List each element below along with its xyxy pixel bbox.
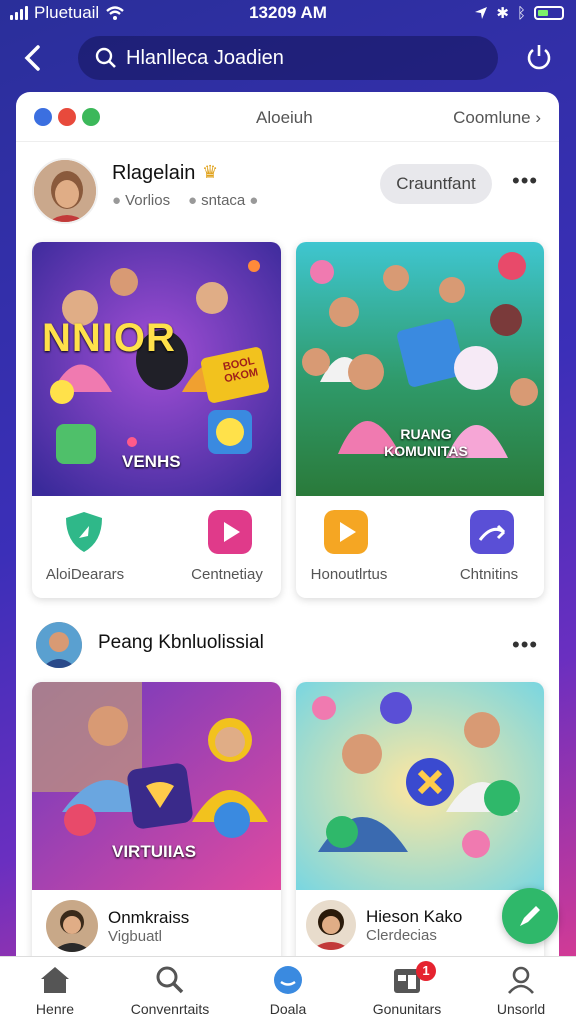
back-button[interactable] — [18, 42, 50, 74]
notification-badge: 1 — [416, 961, 436, 981]
tile-image — [296, 682, 544, 890]
location-icon — [475, 7, 488, 19]
compose-button[interactable] — [502, 888, 558, 944]
edit-icon — [520, 906, 540, 926]
tile-caption-bottom: VENHS — [122, 452, 181, 471]
video-icon[interactable] — [324, 510, 368, 554]
chat-icon: ● — [188, 192, 198, 209]
post-author-name[interactable]: Rlagelain — [112, 162, 195, 185]
verified-icon: ● — [249, 192, 259, 209]
follow-button[interactable]: Crauntfant — [380, 164, 492, 204]
action-label: Centnetiay — [191, 566, 263, 583]
more-options-icon[interactable]: ••• — [512, 168, 538, 194]
list-item[interactable]: Hieson Kako Clerdecias — [306, 900, 462, 950]
avatar — [46, 900, 98, 952]
post-tile-virtual[interactable]: VIRTUIIAS Onmkraiss Vigbuatl — [32, 682, 281, 972]
post-meta-2: ● sntaca ● — [188, 192, 259, 209]
action-label: AloiDearars — [45, 566, 125, 583]
dot-red — [58, 108, 76, 126]
post-author-name[interactable]: Peang Kbnluolissial — [98, 632, 264, 654]
bluetooth-icon: ✱ — [496, 5, 509, 22]
crown-icon: ♛ — [202, 162, 219, 182]
nav-community[interactable]: Gonunitars 1 — [352, 961, 462, 1017]
avatar — [306, 900, 356, 950]
search-value: Hlanlleca Joadien — [126, 46, 284, 69]
share-icon[interactable] — [470, 510, 514, 554]
bluetooth-icon-2: ᛒ — [516, 4, 526, 22]
action-label: Honoutlrtus — [310, 566, 388, 583]
shield-icon[interactable] — [62, 510, 106, 554]
person-subtitle: Vigbuatl — [108, 927, 162, 945]
tile-caption-top: NNIOR — [42, 316, 176, 360]
dot-blue — [34, 108, 52, 126]
top-bar: Hlanlleca Joadien — [0, 34, 576, 82]
dot-green — [82, 108, 100, 126]
search-icon — [95, 47, 116, 68]
nav-home[interactable]: Henre — [0, 965, 110, 1017]
play-icon[interactable] — [208, 510, 252, 554]
battery-icon — [534, 6, 564, 20]
status-bar: Pluetuail 13209 AM ✱ ᛒ — [0, 0, 576, 26]
person-subtitle: Clerdecias — [366, 926, 437, 944]
list-item[interactable]: Onmkraiss Vigbuatl — [46, 900, 189, 952]
avatar[interactable] — [36, 622, 82, 668]
person-name: Hieson Kako — [366, 906, 463, 926]
feed-card: Aloeiuh Coomlune › Rlagelain ♛ ● Vorlios… — [16, 92, 559, 972]
post-tile-community[interactable]: RUANG KOMUNITAS Honoutlrtus Chtnitins — [296, 242, 544, 598]
user-icon — [508, 966, 534, 994]
home-icon — [41, 967, 69, 993]
nav-center[interactable]: Doala — [233, 965, 343, 1017]
bottom-nav: Henre Convenrtaits Doala Gonunitars 1 Un… — [0, 956, 576, 1024]
window-dots — [34, 108, 100, 126]
person-name: Onmkraiss — [108, 907, 190, 927]
search-input[interactable]: Hlanlleca Joadien — [78, 36, 498, 80]
nav-profile[interactable]: Unsorld — [466, 965, 576, 1017]
post-meta-1: ● Vorlios — [112, 192, 171, 209]
community-link[interactable]: Coomlune › — [453, 108, 541, 128]
avatar[interactable] — [32, 158, 98, 224]
action-label: Chtnitins — [459, 566, 519, 583]
header-title: Aloeiuh — [256, 108, 313, 127]
search-icon — [156, 966, 184, 994]
more-options-icon[interactable]: ••• — [512, 632, 538, 658]
tile-caption: VIRTUIIAS — [112, 842, 197, 861]
chat-bubble-icon — [274, 966, 302, 994]
post-tile-games[interactable]: NNIOR BOOL OKOM VENHS AloiDearars Centne… — [32, 242, 281, 598]
tile-caption: RUANG KOMUNITAS — [384, 426, 468, 459]
card-header: Aloeiuh Coomlune › — [16, 92, 559, 142]
power-icon[interactable] — [524, 42, 554, 72]
comment-icon: ● — [112, 192, 122, 209]
nav-search[interactable]: Convenrtaits — [115, 965, 225, 1017]
